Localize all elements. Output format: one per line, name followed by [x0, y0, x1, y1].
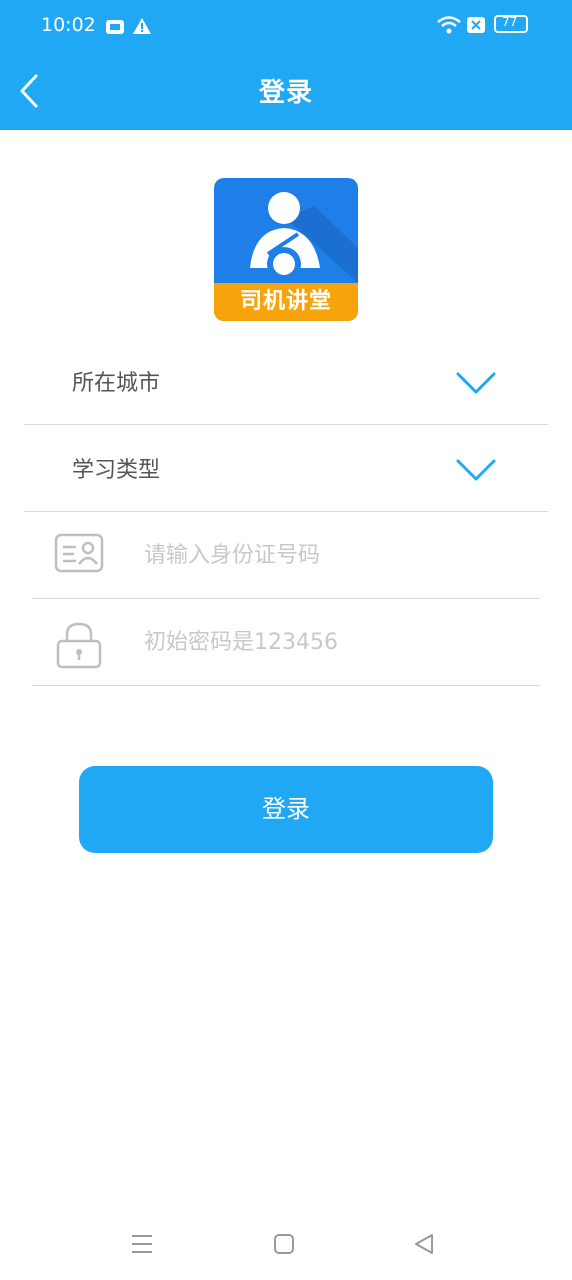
- battery-icon: 77: [494, 15, 528, 33]
- status-bar: 10:02 77: [0, 0, 572, 52]
- status-time: 10:02: [41, 14, 96, 36]
- id-card-icon: [54, 533, 104, 573]
- home-icon[interactable]: [272, 1232, 296, 1256]
- warning-icon: [133, 18, 151, 34]
- city-label: 所在城市: [72, 371, 161, 396]
- app-logo: 司机讲堂: [214, 178, 358, 321]
- chevron-down-icon: [456, 372, 496, 394]
- lock-icon: [56, 622, 102, 669]
- back-icon[interactable]: [412, 1232, 436, 1256]
- study-type-label: 学习类型: [72, 458, 161, 483]
- logo-caption: 司机讲堂: [214, 283, 358, 321]
- login-button[interactable]: 登录: [79, 766, 493, 853]
- login-screen: 10:02 77 登录 司机讲堂 所在城市 学习类型 请输入身份证号码 登录: [0, 0, 572, 1280]
- city-select[interactable]: 所在城市: [24, 338, 548, 425]
- wifi-icon: [437, 16, 461, 34]
- system-nav-bar: [0, 1210, 572, 1280]
- app-header: 10:02 77 登录: [0, 0, 572, 130]
- sim-off-icon: [467, 17, 485, 33]
- menu-icon[interactable]: [130, 1232, 154, 1256]
- id-number-row: [32, 512, 540, 599]
- password-row: [32, 599, 540, 686]
- chevron-down-icon: [456, 459, 496, 481]
- id-number-input[interactable]: [142, 534, 526, 576]
- password-input[interactable]: [142, 621, 526, 663]
- driver-icon: [250, 192, 358, 283]
- page-title: 登录: [258, 78, 313, 108]
- notification-app-icon: [106, 20, 124, 34]
- study-type-select[interactable]: 学习类型: [24, 425, 548, 512]
- battery-level: 77: [502, 15, 518, 29]
